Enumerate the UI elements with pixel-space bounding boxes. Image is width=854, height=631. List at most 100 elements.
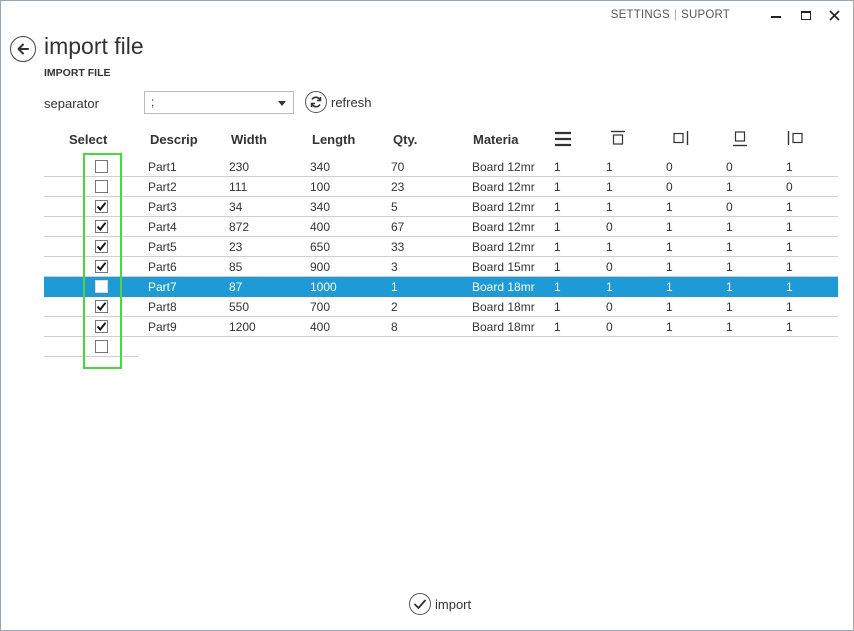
cell-e3[interactable]: 1	[666, 320, 673, 334]
cell-e3[interactable]: 1	[666, 300, 673, 314]
cell-e1[interactable]: 1	[554, 240, 561, 254]
cell-length[interactable]: 340	[310, 200, 330, 214]
table-row[interactable]: Part3 34 340 5 Board 12mr 1 1 1 0 1	[44, 197, 838, 217]
cell-e4[interactable]: 1	[726, 280, 733, 294]
cell-e2[interactable]: 1	[606, 200, 613, 214]
cell-e3[interactable]: 1	[666, 220, 673, 234]
close-button[interactable]	[819, 5, 849, 25]
cell-e5[interactable]: 1	[786, 260, 793, 274]
cell-e4[interactable]: 0	[726, 200, 733, 214]
cell-e2[interactable]: 1	[606, 280, 613, 294]
table-row[interactable]: Part5 23 650 33 Board 12mr 1 1 1 1 1	[44, 237, 838, 257]
cell-e5[interactable]: 1	[786, 280, 793, 294]
cell-qty[interactable]: 33	[391, 240, 404, 254]
settings-link[interactable]: SETTINGS	[611, 9, 670, 21]
cell-width[interactable]: 34	[229, 200, 242, 214]
cell-e2[interactable]: 0	[606, 320, 613, 334]
cell-e2[interactable]: 1	[606, 160, 613, 174]
cell-length[interactable]: 1000	[310, 280, 337, 294]
cell-e1[interactable]: 1	[554, 300, 561, 314]
cell-e2[interactable]: 1	[606, 180, 613, 194]
table-row[interactable]: Part1 230 340 70 Board 12mr 1 1 0 0 1	[44, 157, 838, 177]
minimize-button[interactable]	[761, 5, 791, 25]
cell-descrip[interactable]: Part9	[148, 320, 177, 334]
cell-material[interactable]: Board 12mr	[472, 200, 540, 214]
cell-width[interactable]: 85	[229, 260, 242, 274]
cell-width[interactable]: 87	[229, 280, 242, 294]
cell-length[interactable]: 100	[310, 180, 330, 194]
table-row[interactable]: Part7 87 1000 1 Board 18mr 1 1 1 1 1	[44, 277, 838, 297]
edge-top-icon[interactable]	[611, 130, 625, 146]
cell-e5[interactable]: 1	[786, 300, 793, 314]
cell-material[interactable]: Board 12mr	[472, 160, 540, 174]
cell-e3[interactable]: 1	[666, 200, 673, 214]
cell-e4[interactable]: 1	[726, 220, 733, 234]
cell-e3[interactable]: 0	[666, 180, 673, 194]
cell-e2[interactable]: 0	[606, 220, 613, 234]
cell-e4[interactable]: 1	[726, 300, 733, 314]
cell-width[interactable]: 230	[229, 160, 249, 174]
cell-material[interactable]: Board 12mr	[472, 180, 540, 194]
row-select-checkbox[interactable]	[95, 300, 108, 313]
maximize-button[interactable]	[791, 5, 821, 25]
cell-qty[interactable]: 70	[391, 160, 404, 174]
cell-e1[interactable]: 1	[554, 180, 561, 194]
back-button[interactable]	[10, 36, 36, 62]
cell-material[interactable]: Board 12mr	[472, 220, 540, 234]
cell-e5[interactable]: 1	[786, 240, 793, 254]
column-header-select[interactable]: Select	[69, 132, 107, 147]
cell-length[interactable]: 400	[310, 220, 330, 234]
cell-e1[interactable]: 1	[554, 160, 561, 174]
cell-e5[interactable]: 0	[786, 180, 793, 194]
cell-width[interactable]: 872	[229, 220, 249, 234]
cell-e2[interactable]: 1	[606, 240, 613, 254]
cell-descrip[interactable]: Part3	[148, 200, 177, 214]
cell-qty[interactable]: 5	[391, 200, 398, 214]
cell-descrip[interactable]: Part1	[148, 160, 177, 174]
edge-left-icon[interactable]	[787, 130, 805, 146]
cell-width[interactable]: 23	[229, 240, 242, 254]
cell-e2[interactable]: 0	[606, 300, 613, 314]
cell-e1[interactable]: 1	[554, 200, 561, 214]
cell-e4[interactable]: 1	[726, 260, 733, 274]
column-header-qty[interactable]: Qty.	[393, 132, 417, 147]
column-header-width[interactable]: Width	[231, 132, 267, 147]
grain-lines-icon[interactable]	[554, 130, 572, 148]
column-header-descrip[interactable]: Descrip	[150, 132, 200, 147]
row-select-checkbox[interactable]	[95, 180, 108, 193]
cell-e5[interactable]: 1	[786, 200, 793, 214]
cell-qty[interactable]: 1	[391, 280, 398, 294]
cell-e5[interactable]: 1	[786, 160, 793, 174]
cell-e5[interactable]: 1	[786, 320, 793, 334]
cell-e5[interactable]: 1	[786, 220, 793, 234]
row-select-checkbox[interactable]	[95, 320, 108, 333]
support-link[interactable]: SUPORT	[681, 9, 730, 21]
cell-e3[interactable]: 0	[666, 160, 673, 174]
cell-e1[interactable]: 1	[554, 260, 561, 274]
refresh-button[interactable]: refresh	[305, 90, 371, 114]
cell-length[interactable]: 700	[310, 300, 330, 314]
row-select-checkbox[interactable]	[95, 260, 108, 273]
cell-e4[interactable]: 1	[726, 320, 733, 334]
cell-qty[interactable]: 3	[391, 260, 398, 274]
cell-e3[interactable]: 1	[666, 280, 673, 294]
cell-e4[interactable]: 0	[726, 160, 733, 174]
cell-descrip[interactable]: Part2	[148, 180, 177, 194]
cell-material[interactable]: Board 18mr	[472, 320, 540, 334]
cell-descrip[interactable]: Part5	[148, 240, 177, 254]
table-row[interactable]: Part9 1200 400 8 Board 18mr 1 0 1 1 1	[44, 317, 838, 337]
cell-material[interactable]: Board 12mr	[472, 240, 540, 254]
cell-qty[interactable]: 23	[391, 180, 404, 194]
table-row[interactable]: Part6 85 900 3 Board 15mr 1 0 1 1 1	[44, 257, 838, 277]
cell-descrip[interactable]: Part6	[148, 260, 177, 274]
row-select-checkbox[interactable]	[95, 200, 108, 213]
cell-e2[interactable]: 0	[606, 260, 613, 274]
cell-length[interactable]: 900	[310, 260, 330, 274]
row-select-checkbox[interactable]	[95, 280, 108, 293]
cell-e3[interactable]: 1	[666, 240, 673, 254]
edge-right-icon[interactable]	[673, 130, 689, 146]
row-select-checkbox[interactable]	[95, 160, 108, 173]
cell-material[interactable]: Board 18mr	[472, 280, 540, 294]
cell-width[interactable]: 550	[229, 300, 249, 314]
separator-select[interactable]: ;	[144, 91, 294, 114]
